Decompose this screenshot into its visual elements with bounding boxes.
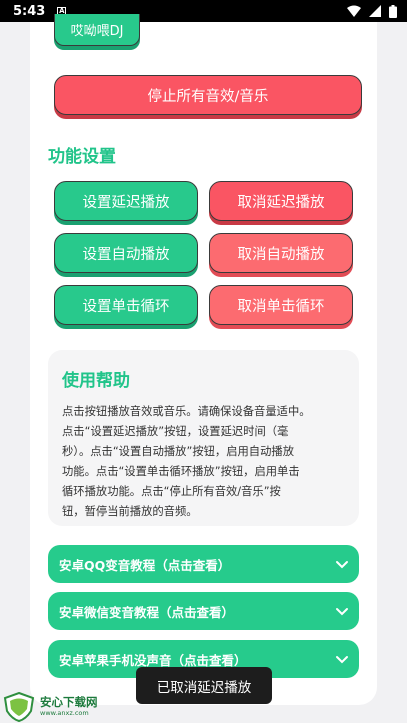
status-icons [347,4,397,18]
section-title: 功能设置 [48,147,116,167]
help-line: 钮，暂停当前播放的音频。 [62,505,198,518]
chevron-down-icon [336,656,348,664]
set-delay-button[interactable]: 设置延迟播放 [54,181,198,221]
help-line: 点击“设置延迟播放”按钮，设置延迟时间（毫 [62,425,289,438]
help-panel: 使用帮助 点击按钮播放音效或音乐。请确保设备音量适中。 点击“设置延迟播放”按钮… [48,350,359,526]
help-line: 点击按钮播放音效或音乐。请确保设备音量适中。 [62,405,311,418]
toast-message: 已取消延迟播放 [136,667,272,704]
stop-all-label: 停止所有音效/音乐 [147,88,269,105]
battery-icon [389,4,397,18]
help-text: 点击按钮播放音效或音乐。请确保设备音量适中。 点击“设置延迟播放”按钮，设置延迟… [62,402,348,522]
cancel-loop-button[interactable]: 取消单击循环 [209,285,353,325]
set-delay-label: 设置延迟播放 [82,194,170,211]
set-auto-button[interactable]: 设置自动播放 [54,233,198,273]
accordion-label: 安卓微信变音教程（点击查看） [59,604,235,620]
signal-icon [369,5,381,17]
cancel-auto-label: 取消自动播放 [237,246,325,263]
watermark-logo: 安心下载网 www.anxz.com [2,692,112,722]
stop-all-button[interactable]: 停止所有音效/音乐 [54,75,362,115]
help-title: 使用帮助 [62,371,130,391]
help-line: 循环播放功能。点击“停止所有音效/音乐”按 [62,485,281,498]
status-time: 5:43 [13,3,46,19]
watermark-url: www.anxz.com [40,709,89,717]
cancel-loop-label: 取消单击循环 [237,298,325,315]
accordion-label: 安卓苹果手机没声音（点击查看） [59,652,247,668]
accordion-wechat-tutorial[interactable]: 安卓微信变音教程（点击查看） [48,592,359,630]
cancel-delay-button[interactable]: 取消延迟播放 [209,181,353,221]
cancel-delay-label: 取消延迟播放 [237,194,325,211]
set-loop-label: 设置单击循环 [82,298,170,315]
chevron-down-icon [336,561,348,569]
dj-sound-label: 哎呦喂DJ [70,24,124,39]
watermark-name: 安心下载网 [40,695,98,709]
cancel-auto-button[interactable]: 取消自动播放 [209,233,353,273]
shield-logo-icon [3,692,35,722]
dj-sound-button[interactable]: 哎呦喂DJ [54,14,140,46]
help-line: 秒）。点击“设置自动播放”按钮，启用自动播放 [62,445,294,458]
accordion-qq-tutorial[interactable]: 安卓QQ变音教程（点击查看） [48,545,359,583]
accordion-label: 安卓QQ变音教程（点击查看） [59,557,231,573]
set-loop-button[interactable]: 设置单击循环 [54,285,198,325]
chevron-down-icon [336,608,348,616]
set-auto-label: 设置自动播放 [82,246,170,263]
help-line: 功能。点击“设置单击循环播放”按钮，启用单击 [62,465,300,478]
wifi-icon [347,5,361,17]
